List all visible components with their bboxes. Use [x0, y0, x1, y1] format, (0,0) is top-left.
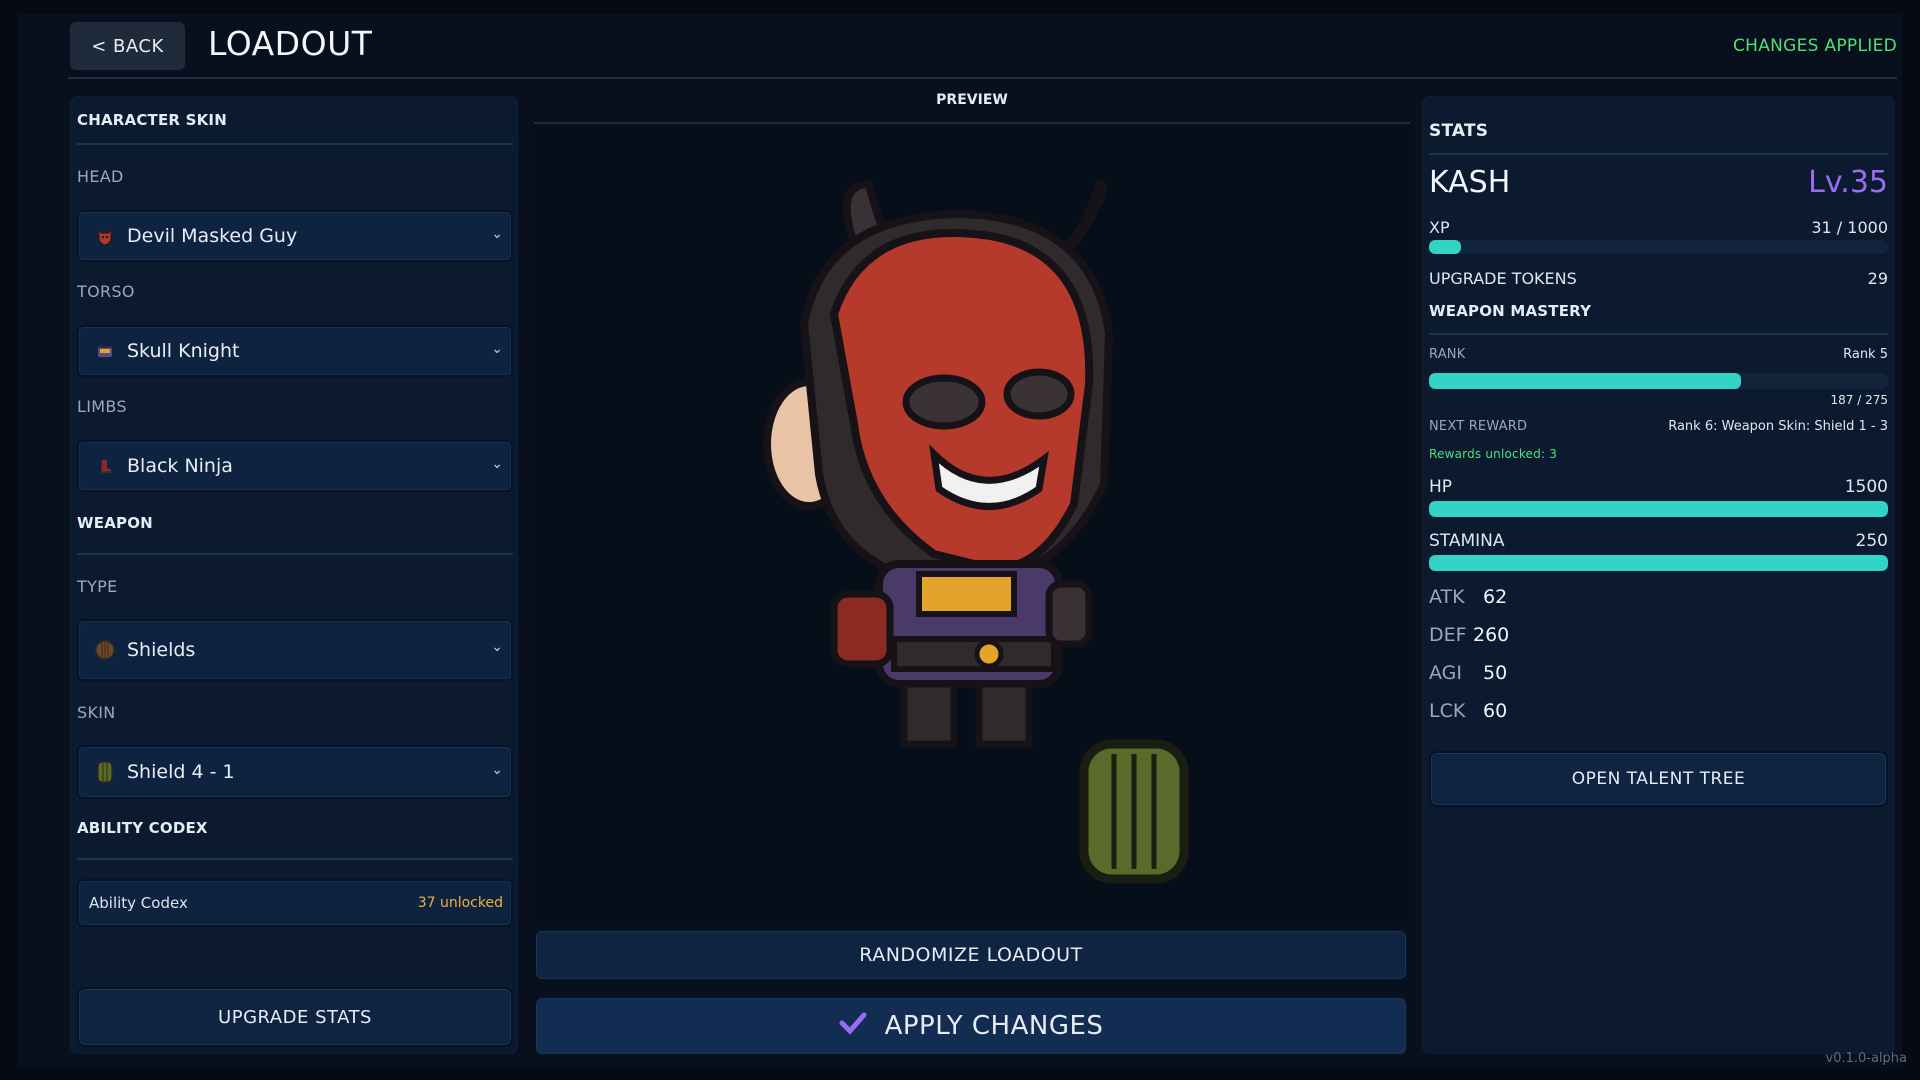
divider — [1429, 153, 1888, 155]
xp-bar-fill — [1429, 240, 1462, 254]
page-title: LOADOUT — [208, 24, 373, 63]
atk-label: ATK — [1429, 586, 1465, 608]
upgrade-stats-label: UPGRADE STATS — [218, 1006, 372, 1028]
hero-name: KASH — [1429, 165, 1511, 200]
torso-value: Skull Knight — [127, 340, 240, 362]
skin-label: SKIN — [77, 703, 116, 722]
stats-panel: STATS KASH Lv.35 XP 31 / 1000 UPGRADE TO… — [1422, 96, 1895, 1054]
stamina-bar — [1429, 555, 1888, 571]
rank-progress-fill — [1429, 373, 1742, 389]
devil-head-icon — [93, 224, 117, 248]
rewards-unlocked: Rewards unlocked: 3 — [1429, 447, 1558, 461]
hp-value: 1500 — [1844, 477, 1888, 497]
skull-knight-icon — [93, 339, 117, 363]
chevron-down-icon: ⌄ — [491, 762, 503, 778]
ability-codex-label: Ability Codex — [89, 894, 188, 912]
divider — [77, 858, 513, 860]
agi-label: AGI — [1429, 662, 1462, 684]
rank-value: Rank 5 — [1843, 347, 1888, 362]
version-label: v0.1.0-alpha — [1825, 1051, 1908, 1066]
stats-title: STATS — [1429, 121, 1489, 141]
hp-bar — [1429, 501, 1888, 517]
chevron-down-icon: ⌄ — [491, 639, 503, 655]
type-label: TYPE — [77, 577, 118, 596]
lck-value: 60 — [1483, 700, 1508, 722]
weapon-type-select[interactable]: Shields ⌄ — [77, 619, 513, 681]
preview-title: PREVIEW — [936, 92, 1008, 108]
stamina-bar-fill — [1429, 555, 1888, 571]
head-value: Devil Masked Guy — [127, 225, 298, 247]
check-icon — [839, 1011, 867, 1042]
atk-value: 62 — [1483, 586, 1508, 608]
character-skin-title: CHARACTER SKIN — [77, 111, 227, 129]
chevron-down-icon: ⌄ — [491, 226, 503, 242]
limbs-select[interactable]: Black Ninja ⌄ — [77, 440, 513, 492]
chevron-down-icon: ⌄ — [491, 341, 503, 357]
back-button[interactable]: < BACK — [70, 22, 185, 70]
divider — [77, 553, 513, 555]
torso-select[interactable]: Skull Knight ⌄ — [77, 325, 513, 377]
rank-progress-text: 187 / 275 — [1830, 393, 1888, 407]
talent-tree-label: OPEN TALENT TREE — [1571, 769, 1746, 789]
ability-codex-title: ABILITY CODEX — [77, 819, 208, 837]
xp-label: XP — [1429, 218, 1450, 237]
character-sprite — [763, 179, 1189, 884]
head-select[interactable]: Devil Masked Guy ⌄ — [77, 210, 513, 262]
weapon-type-value: Shields — [127, 639, 196, 661]
next-reward-label: NEXT REWARD — [1429, 419, 1528, 434]
weapon-mastery-title: WEAPON MASTERY — [1429, 302, 1592, 320]
divider — [1429, 333, 1888, 335]
ability-codex-button[interactable]: Ability Codex 37 unlocked — [77, 879, 513, 927]
chevron-down-icon: ⌄ — [491, 456, 503, 472]
rank-progress-bar — [1429, 373, 1888, 389]
hero-level: Lv.35 — [1808, 165, 1888, 200]
head-label: HEAD — [77, 167, 124, 186]
xp-bar — [1429, 240, 1888, 254]
weapon-skin-value: Shield 4 - 1 — [127, 761, 235, 783]
apply-changes-button[interactable]: APPLY CHANGES — [534, 996, 1408, 1056]
ability-codex-count: 37 unlocked — [417, 895, 503, 911]
def-value: 260 — [1473, 624, 1510, 646]
status-indicator: CHANGES APPLIED — [1732, 36, 1897, 56]
upgrade-tokens-value: 29 — [1867, 269, 1888, 288]
back-label: < BACK — [91, 35, 164, 57]
apply-label: APPLY CHANGES — [884, 1011, 1104, 1041]
limbs-value: Black Ninja — [127, 455, 233, 477]
weapon-title: WEAPON — [77, 514, 153, 532]
limbs-label: LIMBS — [77, 397, 127, 416]
next-reward-value: Rank 6: Weapon Skin: Shield 1 - 3 — [1668, 419, 1888, 434]
torso-label: TORSO — [77, 282, 135, 301]
upgrade-stats-button[interactable]: UPGRADE STATS — [77, 987, 513, 1047]
lck-label: LCK — [1429, 700, 1466, 722]
def-label: DEF — [1429, 624, 1467, 646]
hp-bar-fill — [1429, 501, 1888, 517]
stamina-label: STAMINA — [1429, 531, 1505, 551]
randomize-loadout-button[interactable]: RANDOMIZE LOADOUT — [534, 929, 1408, 981]
hp-label: HP — [1429, 477, 1453, 497]
header-divider — [68, 77, 1897, 79]
xp-value: 31 / 1000 — [1811, 218, 1888, 237]
character-preview — [534, 124, 1410, 924]
shield-round-icon — [93, 638, 117, 662]
divider — [77, 143, 513, 145]
rank-label: RANK — [1429, 347, 1466, 362]
agi-value: 50 — [1483, 662, 1508, 684]
upgrade-tokens-label: UPGRADE TOKENS — [1429, 269, 1577, 288]
open-talent-tree-button[interactable]: OPEN TALENT TREE — [1429, 751, 1888, 807]
ninja-boot-icon — [93, 454, 117, 478]
randomize-label: RANDOMIZE LOADOUT — [859, 944, 1083, 966]
loadout-panel: CHARACTER SKIN HEAD Devil Masked Guy ⌄ T… — [70, 96, 518, 1054]
shield-plank-icon — [93, 760, 117, 784]
stamina-value: 250 — [1855, 531, 1888, 551]
weapon-skin-select[interactable]: Shield 4 - 1 ⌄ — [77, 745, 513, 799]
